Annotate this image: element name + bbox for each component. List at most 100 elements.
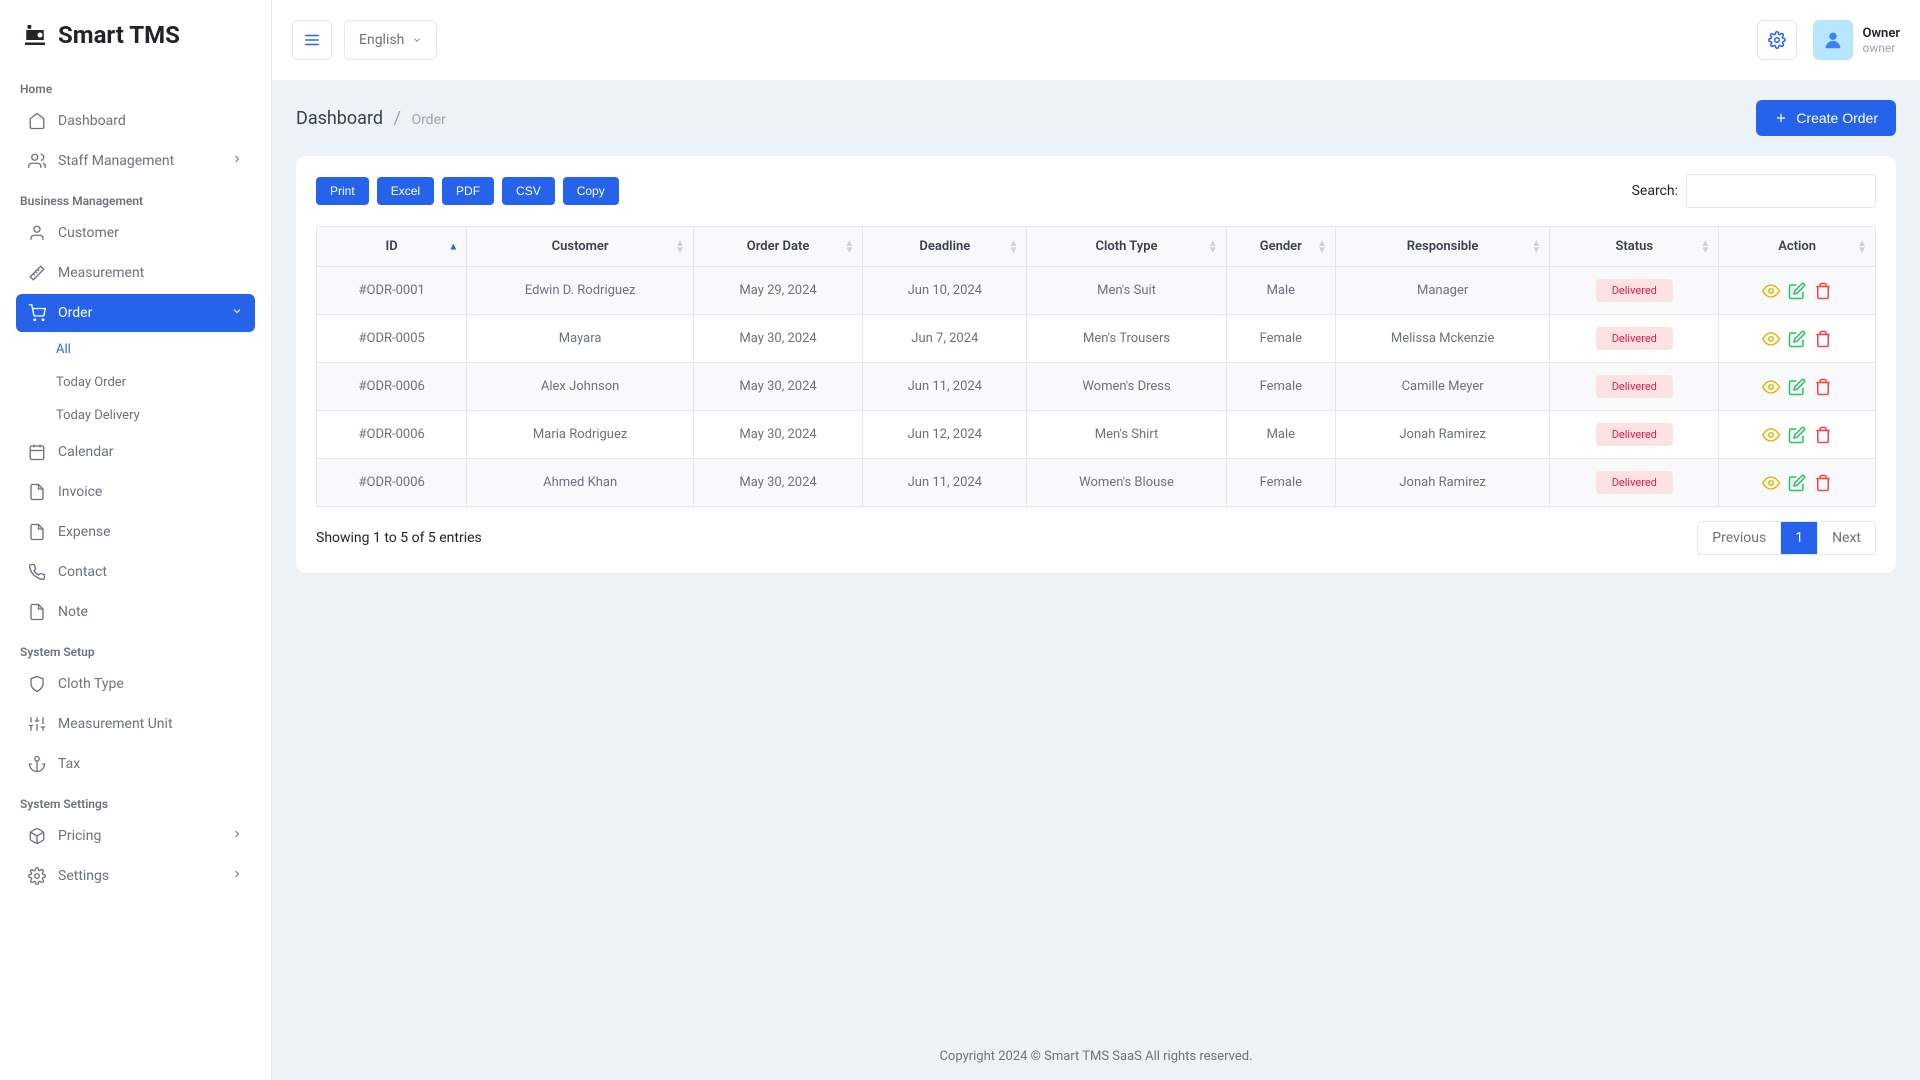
cell-id: #ODR-0001 (317, 267, 467, 315)
menu-icon (303, 31, 321, 49)
sidebar-item-customer[interactable]: Customer (16, 214, 255, 252)
col-deadline[interactable]: Deadline▲▼ (863, 227, 1027, 267)
pdf-button[interactable]: PDF (442, 177, 494, 205)
cell-deadline: Jun 11, 2024 (863, 459, 1027, 507)
cell-id: #ODR-0006 (317, 363, 467, 411)
sort-icon: ▲▼ (1857, 240, 1867, 254)
view-button[interactable] (1762, 378, 1780, 396)
col-gender[interactable]: Gender▲▼ (1226, 227, 1335, 267)
sidebar-item-tax[interactable]: Tax (16, 745, 255, 783)
edit-button[interactable] (1788, 330, 1806, 348)
pager: Previous 1 Next (1697, 521, 1876, 555)
col-action[interactable]: Action▲▼ (1719, 227, 1876, 267)
copy-button[interactable]: Copy (563, 177, 619, 205)
col-cloth-type[interactable]: Cloth Type▲▼ (1027, 227, 1226, 267)
cell-responsible: Melissa Mckenzie (1335, 315, 1549, 363)
col-status[interactable]: Status▲▼ (1550, 227, 1719, 267)
phone-icon (28, 563, 46, 581)
sidebar-item-note[interactable]: Note (16, 593, 255, 631)
pager-page[interactable]: 1 (1781, 522, 1818, 554)
cell-order-date: May 30, 2024 (693, 411, 862, 459)
col-customer[interactable]: Customer▲▼ (467, 227, 694, 267)
brand-logo[interactable]: Smart TMS (0, 0, 271, 70)
sidebar-item-measurement-unit[interactable]: Measurement Unit (16, 705, 255, 743)
pager-next[interactable]: Next (1818, 522, 1875, 554)
box-icon (28, 827, 46, 845)
status-badge: Delivered (1596, 423, 1673, 446)
delete-button[interactable] (1814, 378, 1832, 396)
breadcrumb-root[interactable]: Dashboard (296, 108, 383, 129)
cell-status: Delivered (1550, 315, 1719, 363)
edit-icon (1788, 474, 1806, 492)
topbar: English Owner owner (272, 0, 1920, 80)
nav-heading: Business Management (16, 182, 255, 214)
order-card: Print Excel PDF CSV Copy Search: ID▲Cust… (296, 156, 1896, 573)
orders-table: ID▲Customer▲▼Order Date▲▼Deadline▲▼Cloth… (316, 226, 1876, 507)
col-responsible[interactable]: Responsible▲▼ (1335, 227, 1549, 267)
print-button[interactable]: Print (316, 177, 369, 205)
sidebar-item-measurement[interactable]: Measurement (16, 254, 255, 292)
cell-status: Delivered (1550, 411, 1719, 459)
delete-button[interactable] (1814, 474, 1832, 492)
create-order-button[interactable]: Create Order (1756, 100, 1896, 136)
cell-cloth: Women's Dress (1027, 363, 1226, 411)
menu-toggle-button[interactable] (292, 20, 332, 60)
view-button[interactable] (1762, 426, 1780, 444)
col-id[interactable]: ID▲ (317, 227, 467, 267)
cell-responsible: Manager (1335, 267, 1549, 315)
col-order-date[interactable]: Order Date▲▼ (693, 227, 862, 267)
nav-heading: System Setup (16, 633, 255, 665)
cell-responsible: Jonah Ramirez (1335, 459, 1549, 507)
sidebar-item-staff-management[interactable]: Staff Management (16, 142, 255, 180)
view-button[interactable] (1762, 474, 1780, 492)
gear-icon (1768, 31, 1786, 49)
csv-button[interactable]: CSV (502, 177, 555, 205)
cell-responsible: Jonah Ramirez (1335, 411, 1549, 459)
edit-button[interactable] (1788, 474, 1806, 492)
cell-customer: Ahmed Khan (467, 459, 694, 507)
user-menu[interactable]: Owner owner (1813, 20, 1901, 60)
eye-icon (1762, 330, 1780, 348)
sidebar-item-contact[interactable]: Contact (16, 553, 255, 591)
eye-icon (1762, 282, 1780, 300)
footer: Copyright 2024 © Smart TMS SaaS All righ… (272, 1033, 1920, 1080)
excel-button[interactable]: Excel (377, 177, 434, 205)
sidebar-item-calendar[interactable]: Calendar (16, 433, 255, 471)
sidebar-item-pricing[interactable]: Pricing (16, 817, 255, 855)
cell-id: #ODR-0005 (317, 315, 467, 363)
table-row: #ODR-0006Ahmed KhanMay 30, 2024Jun 11, 2… (317, 459, 1876, 507)
language-select[interactable]: English (344, 20, 437, 60)
sidebar-subitem-today-delivery[interactable]: Today Delivery (44, 400, 255, 431)
edit-button[interactable] (1788, 378, 1806, 396)
sidebar-item-dashboard[interactable]: Dashboard (16, 102, 255, 140)
sewing-machine-icon (20, 20, 50, 50)
avatar (1813, 20, 1853, 60)
sidebar-item-expense[interactable]: Expense (16, 513, 255, 551)
cell-status: Delivered (1550, 459, 1719, 507)
sidebar-item-invoice[interactable]: Invoice (16, 473, 255, 511)
edit-button[interactable] (1788, 282, 1806, 300)
table-row: #ODR-0006Maria RodriguezMay 30, 2024Jun … (317, 411, 1876, 459)
cell-customer: Maria Rodriguez (467, 411, 694, 459)
delete-button[interactable] (1814, 282, 1832, 300)
sidebar-item-cloth-type[interactable]: Cloth Type (16, 665, 255, 703)
search-input[interactable] (1686, 174, 1876, 208)
view-button[interactable] (1762, 282, 1780, 300)
settings-button[interactable] (1757, 20, 1797, 60)
pager-prev[interactable]: Previous (1698, 522, 1781, 554)
view-button[interactable] (1762, 330, 1780, 348)
sidebar-subitem-today-order[interactable]: Today Order (44, 367, 255, 398)
cell-id: #ODR-0006 (317, 411, 467, 459)
chevron-right-icon (231, 828, 243, 844)
nav-label: Calendar (58, 444, 114, 460)
edit-icon (1788, 330, 1806, 348)
sidebar-item-settings[interactable]: Settings (16, 857, 255, 895)
delete-button[interactable] (1814, 330, 1832, 348)
chevron-down-icon (231, 305, 243, 321)
edit-button[interactable] (1788, 426, 1806, 444)
user-name: Owner (1863, 26, 1901, 41)
sidebar-subitem-all[interactable]: All (44, 334, 255, 365)
delete-button[interactable] (1814, 426, 1832, 444)
sidebar-item-order[interactable]: Order (16, 294, 255, 332)
status-badge: Delivered (1596, 279, 1673, 302)
